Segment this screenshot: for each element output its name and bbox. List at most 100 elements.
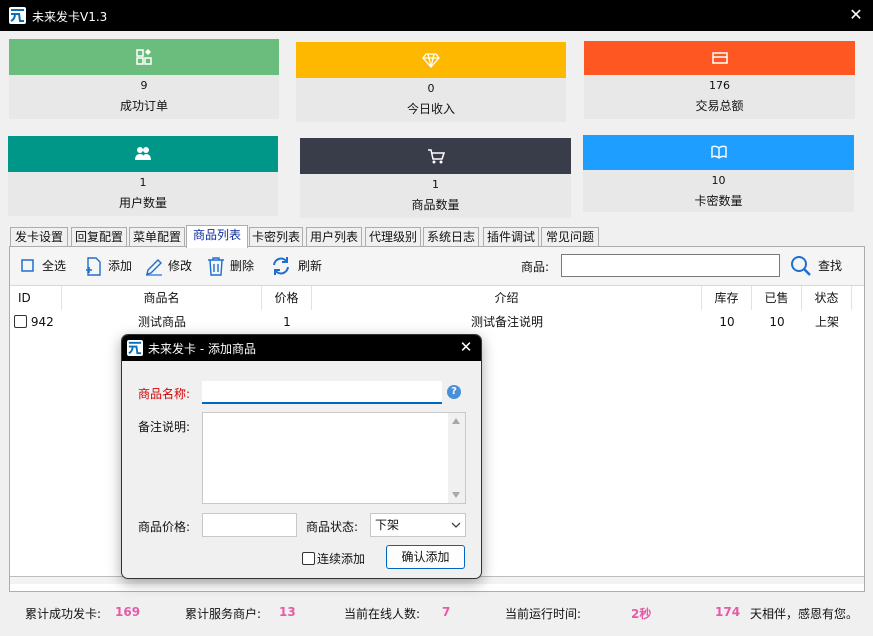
select-all-label: 全选 bbox=[42, 259, 67, 273]
select-all-button[interactable]: 全选 bbox=[20, 255, 72, 277]
add-product-dialog: 未来发卡 - 添加商品 ✕ 商品名称: ? 备注说明: 商品价格: 商品状态: … bbox=[121, 334, 482, 579]
diamond-icon bbox=[422, 53, 440, 68]
card-band bbox=[8, 136, 278, 172]
close-icon[interactable]: ✕ bbox=[847, 5, 865, 25]
tab-product-list[interactable]: 商品列表 bbox=[186, 225, 248, 248]
row-checkbox[interactable] bbox=[14, 315, 27, 328]
stat-label: 今日收入 bbox=[406, 102, 455, 116]
checkbox-box[interactable] bbox=[302, 552, 315, 565]
state-select-value: 下架 bbox=[375, 518, 400, 532]
search-icon bbox=[791, 256, 811, 276]
add-label: 添加 bbox=[108, 259, 133, 273]
dialog-close-icon[interactable]: ✕ bbox=[459, 338, 473, 356]
search-button-label: 查找 bbox=[818, 259, 843, 273]
days-value: 174 bbox=[715, 605, 741, 619]
stat-card-users: 1 用户数量 bbox=[8, 136, 278, 216]
stat-value: 176 bbox=[709, 79, 730, 92]
dialog-title-bar: 未来发卡 - 添加商品 ✕ bbox=[122, 335, 481, 361]
refresh-icon bbox=[273, 257, 289, 275]
remark-label: 备注说明: bbox=[138, 420, 191, 434]
tab-faq[interactable]: 常见问题 bbox=[541, 227, 599, 247]
edit-button[interactable]: 修改 bbox=[144, 255, 196, 277]
stat-value: 9 bbox=[140, 79, 148, 92]
cart-icon bbox=[427, 149, 445, 164]
col-header-name[interactable]: 商品名 bbox=[62, 286, 262, 310]
chevron-down-icon bbox=[451, 522, 461, 528]
add-button[interactable]: 添加 bbox=[84, 255, 136, 277]
price-label: 商品价格: bbox=[138, 520, 191, 534]
tab-card-key-list[interactable]: 卡密列表 bbox=[249, 227, 303, 247]
runtime-value: 2秒 bbox=[631, 607, 652, 621]
runtime-label: 当前运行时间: bbox=[505, 607, 582, 621]
col-header-status[interactable]: 状态 bbox=[802, 286, 852, 310]
remark-textarea[interactable] bbox=[202, 412, 466, 504]
confirm-add-button[interactable]: 确认添加 bbox=[386, 545, 465, 569]
state-label: 商品状态: bbox=[306, 520, 359, 534]
checkbox-icon bbox=[21, 259, 34, 272]
title-bar: 未来发卡V1.3 ✕ bbox=[0, 0, 873, 31]
tab-agent-level[interactable]: 代理级别 bbox=[365, 227, 421, 247]
search-input[interactable] bbox=[561, 254, 780, 277]
col-header-id[interactable]: ID bbox=[10, 286, 62, 310]
product-name-label: 商品名称: bbox=[138, 387, 191, 401]
app-logo-icon bbox=[9, 7, 26, 24]
tab-card-settings[interactable]: 发卡设置 bbox=[10, 227, 68, 247]
stat-value: 1 bbox=[139, 176, 147, 189]
state-select[interactable]: 下架 bbox=[370, 513, 466, 537]
col-header-sold[interactable]: 已售 bbox=[752, 286, 802, 310]
price-input[interactable] bbox=[202, 513, 297, 537]
scroll-up-icon[interactable] bbox=[452, 418, 460, 424]
row-sold: 10 bbox=[769, 315, 785, 329]
app-logo-icon bbox=[127, 340, 143, 356]
card-icon bbox=[711, 52, 728, 64]
toolbar: 全选 添加 修改 删除 刷新 商品: 查找 bbox=[10, 247, 864, 285]
stat-card-products: 1 商品数量 bbox=[300, 138, 571, 218]
row-stock: 10 bbox=[719, 315, 735, 329]
tab-user-list[interactable]: 用户列表 bbox=[306, 227, 362, 247]
stat-card-orders: 9 成功订单 bbox=[9, 39, 279, 119]
row-price: 1 bbox=[283, 315, 291, 329]
stat-label: 商品数量 bbox=[411, 198, 460, 212]
online-value: 7 bbox=[442, 605, 451, 619]
apps-icon bbox=[136, 49, 152, 65]
status-bar: 累计成功发卡: 169 累计服务商户: 13 当前在线人数: 7 当前运行时间:… bbox=[9, 596, 865, 628]
add-file-icon bbox=[86, 257, 101, 276]
edit-label: 修改 bbox=[168, 259, 193, 273]
search-label: 商品: bbox=[521, 260, 550, 274]
days-suffix: 天相伴，感恩有您。 bbox=[750, 607, 859, 621]
delete-button[interactable]: 删除 bbox=[206, 255, 258, 277]
window-title: 未来发卡V1.3 bbox=[32, 10, 108, 24]
card-band bbox=[296, 42, 566, 78]
refresh-button[interactable]: 刷新 bbox=[270, 255, 326, 277]
dialog-title: 未来发卡 - 添加商品 bbox=[148, 342, 256, 356]
row-desc: 测试备注说明 bbox=[470, 315, 543, 329]
tab-plugin-debug[interactable]: 插件调试 bbox=[483, 227, 539, 247]
trash-icon bbox=[208, 257, 224, 276]
card-band bbox=[584, 41, 855, 75]
col-header-price[interactable]: 价格 bbox=[262, 286, 312, 310]
col-header-desc[interactable]: 介绍 bbox=[312, 286, 702, 310]
total-issued-label: 累计成功发卡: bbox=[25, 607, 102, 621]
stat-value: 10 bbox=[711, 174, 726, 187]
tab-reply-config[interactable]: 回复配置 bbox=[71, 227, 127, 247]
product-name-input[interactable] bbox=[202, 381, 442, 404]
col-header-stock[interactable]: 库存 bbox=[702, 286, 752, 310]
stat-card-total: 176 交易总额 bbox=[584, 41, 855, 119]
delete-label: 删除 bbox=[230, 259, 255, 273]
book-icon bbox=[710, 145, 727, 159]
remark-scrollbar[interactable] bbox=[448, 413, 465, 503]
continuous-add-label: 连续添加 bbox=[317, 552, 366, 566]
tab-system-log[interactable]: 系统日志 bbox=[423, 227, 479, 247]
stat-value: 0 bbox=[427, 82, 435, 95]
continuous-add-checkbox[interactable]: 连续添加 bbox=[302, 550, 365, 567]
search-button[interactable]: 查找 bbox=[789, 254, 849, 276]
help-icon[interactable]: ? bbox=[447, 385, 461, 399]
tab-menu-config[interactable]: 菜单配置 bbox=[129, 227, 185, 247]
stat-label: 成功订单 bbox=[119, 99, 168, 113]
scroll-down-icon[interactable] bbox=[452, 492, 460, 498]
refresh-label: 刷新 bbox=[298, 259, 323, 273]
online-label: 当前在线人数: bbox=[344, 607, 421, 621]
stat-label: 用户数量 bbox=[118, 196, 167, 210]
stat-label: 交易总额 bbox=[695, 99, 744, 113]
card-band bbox=[583, 135, 854, 170]
